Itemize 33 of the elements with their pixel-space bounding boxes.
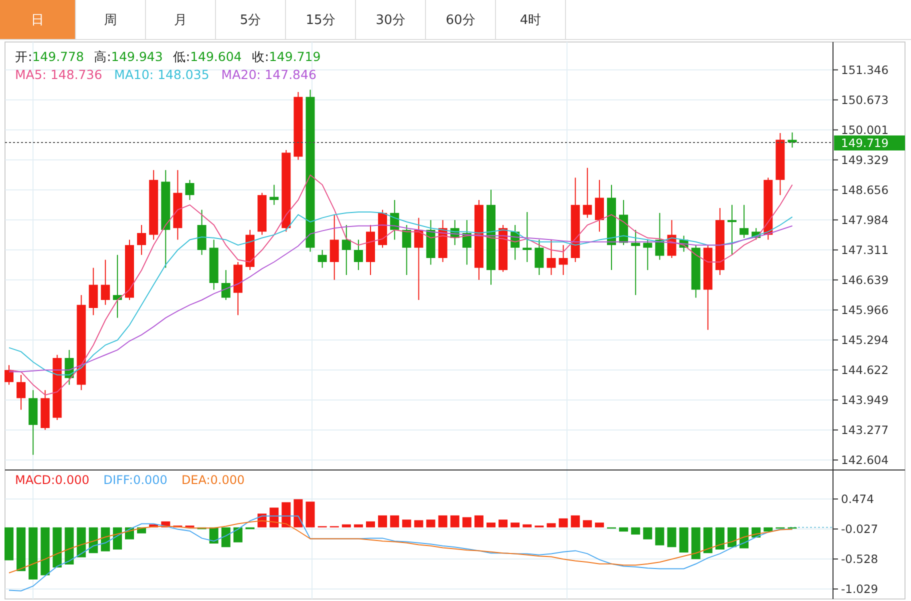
axis-label: 151.346	[841, 62, 889, 77]
axis-label: 145.966	[841, 302, 889, 317]
quote-value: 149.943	[111, 49, 163, 66]
quote-label: 收:	[252, 49, 269, 66]
quote-value: 149.719	[268, 49, 321, 66]
axis-label: 142.604	[841, 453, 889, 467]
quote-label: 开:	[15, 49, 32, 66]
moving-average-legend: MA20: 147.846	[221, 67, 316, 82]
axis-label: -1.029	[841, 582, 878, 596]
macd-legend: MACD:0.000	[15, 473, 90, 487]
moving-average-legend: MA5: 148.736	[15, 67, 102, 82]
quote-label: 低:	[172, 49, 190, 66]
axis-label: 145.294	[841, 332, 889, 347]
quote-value: 149.778	[32, 49, 84, 66]
axis-label: 149.329	[841, 152, 889, 167]
quote-label: 高:	[94, 49, 112, 66]
axis-label: 150.673	[841, 92, 889, 107]
axis-label: 0.474	[841, 492, 874, 506]
axis-label: 147.984	[841, 212, 889, 227]
moving-average-legend: MA10: 148.035	[114, 67, 210, 82]
macd-legend: DEA:0.000	[181, 473, 245, 487]
axis-label: 147.311	[841, 242, 889, 257]
macd-legend: DIFF:0.000	[103, 473, 168, 487]
axis-label: 150.001	[841, 122, 889, 137]
axis-label: 146.639	[841, 272, 889, 287]
axis-label: -0.528	[841, 552, 878, 566]
axis-label: 143.277	[841, 422, 889, 437]
last-price-tag: 149.719	[834, 135, 905, 150]
axis-label: -0.027	[841, 522, 878, 536]
axis-label: 144.622	[841, 362, 889, 377]
axis-label: 143.949	[841, 392, 889, 407]
quote-value: 149.604	[190, 49, 242, 66]
axis-label: 148.656	[841, 182, 889, 197]
